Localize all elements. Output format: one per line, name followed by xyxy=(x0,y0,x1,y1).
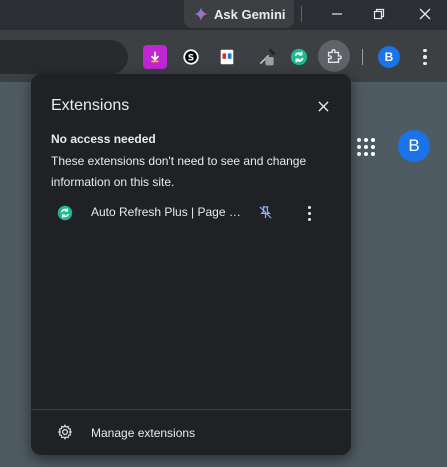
minimize-button[interactable] xyxy=(315,0,359,28)
puzzle-icon xyxy=(327,49,342,63)
dot xyxy=(307,217,311,221)
extensions-popup: Extensions No access needed These extens… xyxy=(31,74,351,455)
page-profile-avatar[interactable]: B xyxy=(398,130,430,162)
ask-gemini-button[interactable]: Ask Gemini xyxy=(184,0,294,28)
s-circle-icon: S xyxy=(183,49,199,65)
dot xyxy=(423,61,427,66)
titlebar-divider xyxy=(301,6,302,22)
close-window-icon xyxy=(419,8,431,20)
extension-row[interactable]: Auto Refresh Plus | Page M... xyxy=(51,200,341,224)
section-title: No access needed xyxy=(51,132,156,146)
unpinned-icon xyxy=(258,205,272,219)
restore-icon xyxy=(373,8,385,20)
refresh-icon xyxy=(290,48,308,66)
download-arrow-icon xyxy=(150,51,160,63)
gemini-sparkle-icon xyxy=(194,7,208,21)
pdf-extension-icon[interactable] xyxy=(215,45,239,69)
restore-button[interactable] xyxy=(357,0,401,28)
extension-name: Auto Refresh Plus | Page M... xyxy=(91,205,243,219)
ask-gemini-label: Ask Gemini xyxy=(214,6,286,22)
gear-icon xyxy=(57,424,73,440)
dot xyxy=(423,48,427,53)
close-window-button[interactable] xyxy=(403,0,447,28)
dot xyxy=(307,211,311,215)
apps-grid-icon[interactable] xyxy=(357,138,375,156)
svg-text:S: S xyxy=(188,54,194,64)
toolbar-divider xyxy=(362,49,363,65)
s-extension-icon[interactable]: S xyxy=(179,45,203,69)
dot xyxy=(423,55,427,59)
pin-extension-button[interactable] xyxy=(255,202,275,222)
section-description: These extensions don't need to see and c… xyxy=(51,154,307,189)
manage-extensions-button[interactable]: Manage extensions xyxy=(51,419,331,447)
download-extension-icon[interactable] xyxy=(143,45,167,69)
browser-menu-button[interactable] xyxy=(418,46,432,68)
auto-refresh-icon xyxy=(57,205,73,221)
manage-extensions-label: Manage extensions xyxy=(91,426,196,440)
extensions-menu-button[interactable] xyxy=(318,40,350,72)
close-popup-button[interactable] xyxy=(313,96,333,116)
dot xyxy=(307,205,311,209)
profile-avatar-button[interactable]: B xyxy=(378,46,400,68)
popup-divider xyxy=(31,409,351,410)
close-icon xyxy=(317,100,329,112)
auto-refresh-extension-icon[interactable] xyxy=(287,45,311,69)
eyedropper-extension-icon[interactable] xyxy=(255,45,279,69)
extension-more-button[interactable] xyxy=(303,204,315,222)
eyedropper-icon xyxy=(259,48,276,66)
minimize-icon xyxy=(332,13,342,15)
document-icon xyxy=(220,49,234,65)
title-bar: Ask Gemini xyxy=(0,0,447,30)
address-bar[interactable] xyxy=(0,40,128,74)
popup-title: Extensions xyxy=(51,97,130,114)
